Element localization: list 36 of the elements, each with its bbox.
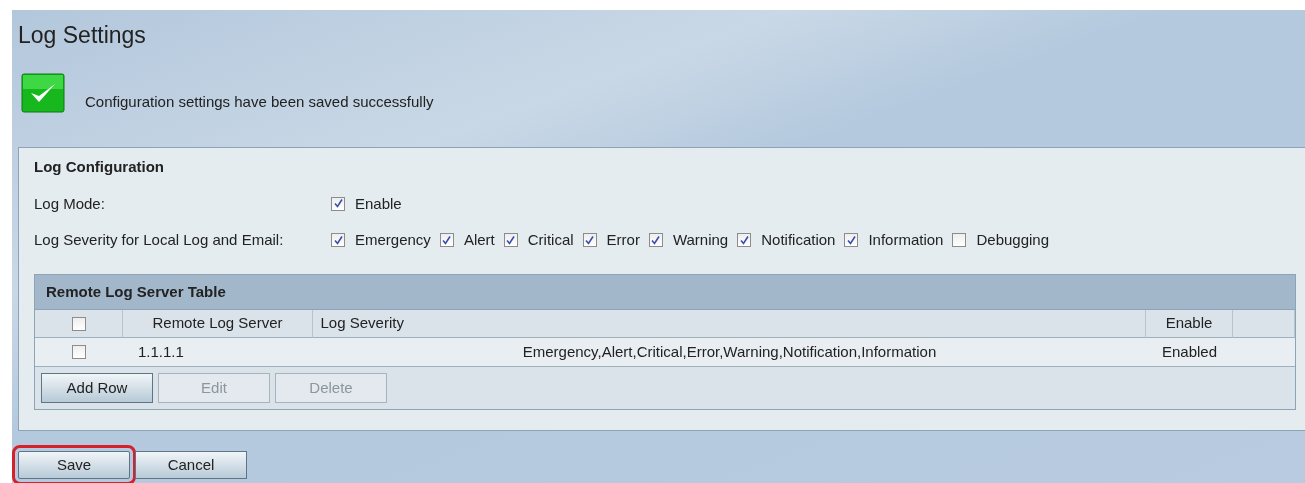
table-cell: Emergency,Alert,Critical,Error,Warning,Notification,Information bbox=[313, 338, 1146, 367]
table-cell bbox=[1233, 338, 1295, 367]
page-title: Log Settings bbox=[18, 24, 147, 47]
checkbox-label: Critical bbox=[527, 230, 574, 250]
checkbox[interactable] bbox=[331, 196, 345, 211]
field-label: Log Severity for Local Log and Email: bbox=[34, 230, 285, 250]
checkbox-label: Error bbox=[606, 230, 640, 250]
success-check-icon bbox=[21, 73, 65, 113]
table-button[interactable]: Add Row bbox=[41, 373, 153, 403]
column-header: Remote Log Server bbox=[123, 310, 313, 338]
checkbox-label: Information bbox=[868, 230, 944, 250]
checkbox[interactable] bbox=[71, 316, 86, 331]
checkbox[interactable] bbox=[737, 233, 752, 248]
checkbox-label: Warning bbox=[672, 230, 729, 250]
checkbox[interactable] bbox=[439, 233, 454, 248]
status-message: Configuration settings have been saved successfully bbox=[85, 91, 434, 112]
field-label: Log Mode: bbox=[34, 193, 106, 214]
checkbox[interactable] bbox=[952, 233, 967, 248]
column-header: Enable bbox=[1146, 310, 1233, 338]
checkbox[interactable] bbox=[503, 233, 518, 248]
form-button[interactable]: Cancel bbox=[135, 451, 247, 479]
checkbox-label: Emergency bbox=[355, 230, 431, 250]
table-title: Remote Log Server Table bbox=[35, 274, 1295, 310]
checkbox-label: Debugging bbox=[976, 230, 1050, 250]
checkbox-label: Enable bbox=[355, 193, 402, 214]
checkbox[interactable] bbox=[648, 233, 663, 248]
checkbox[interactable] bbox=[582, 233, 597, 248]
checkbox-label: Notification bbox=[761, 230, 836, 250]
checkbox[interactable] bbox=[72, 345, 86, 359]
table-cell: Enabled bbox=[1146, 338, 1233, 367]
checkbox[interactable] bbox=[331, 233, 345, 248]
section-title: Log Configuration bbox=[34, 157, 165, 177]
checkbox[interactable] bbox=[844, 233, 859, 248]
checkbox-label: Alert bbox=[463, 230, 495, 250]
column-header: Log Severity bbox=[313, 310, 1146, 338]
table-cell: 1.1.1.1 bbox=[123, 338, 313, 367]
